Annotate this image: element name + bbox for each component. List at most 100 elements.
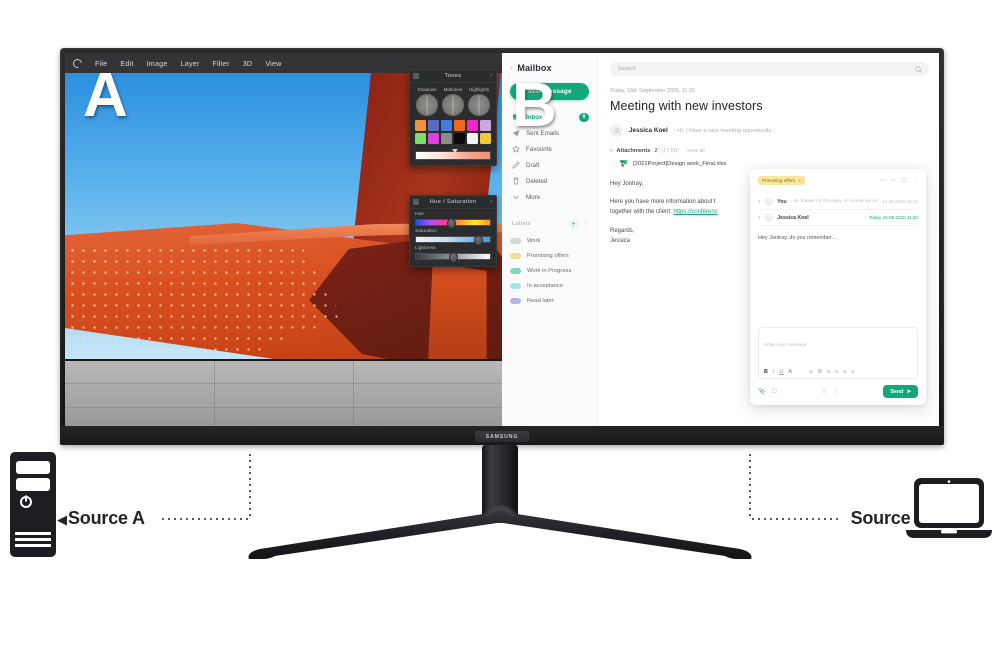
sidebar-item-more[interactable]: More — [510, 189, 589, 205]
bold-icon[interactable]: B — [764, 369, 768, 375]
sidebar-item-draft[interactable]: Draft — [510, 157, 589, 173]
tone-gradient-slider[interactable] — [415, 148, 491, 160]
label-item[interactable]: Work in Progress — [510, 263, 589, 278]
thread-snippet: - Hi, thanks for the reply, of course we… — [790, 199, 879, 204]
menu-item-3d[interactable]: 3D — [243, 59, 253, 68]
sidebar-item-deleted[interactable]: Deleted — [510, 173, 589, 189]
composer-placeholder: Write your message — [764, 342, 807, 348]
more-icon[interactable]: ⋮ — [833, 389, 839, 395]
search-icon[interactable] — [915, 66, 922, 73]
list-icon[interactable]: ≡ — [809, 369, 812, 375]
panel-grip-icon[interactable] — [413, 199, 419, 205]
attachment-item[interactable]: [2021Project]Design work_Final.xlsx — [610, 159, 929, 168]
more-icon[interactable]: ⋮ — [913, 178, 919, 184]
italic-icon[interactable]: I — [773, 369, 775, 375]
color-swatch[interactable] — [428, 120, 439, 131]
emoji-icon[interactable]: ☉ — [821, 389, 826, 395]
mail-body-link[interactable]: https://conferenc — [673, 209, 717, 215]
attachments-header[interactable]: ▾ Attachments 2 (17 KB) save all — [610, 148, 929, 154]
close-icon[interactable]: × — [798, 178, 801, 183]
text-color-icon[interactable]: A — [788, 369, 792, 375]
save-all-button[interactable]: save all — [687, 148, 705, 154]
color-swatch[interactable] — [467, 133, 478, 145]
tone-wheel-shadows[interactable]: Shadows — [416, 87, 438, 116]
mail-subject: Meeting with new investors — [610, 99, 763, 113]
color-swatch[interactable] — [454, 120, 465, 131]
color-wheel-icon[interactable] — [468, 94, 490, 116]
color-swatch[interactable] — [415, 120, 426, 131]
add-label-button[interactable]: + — [568, 219, 579, 229]
labels-more-icon[interactable]: ⋮ — [583, 220, 590, 228]
source-a-label: Source A — [68, 508, 145, 528]
slider-knob-icon[interactable] — [447, 217, 457, 229]
message-composer[interactable]: Write your message B I U A ≡ ≣ ≡ ≡ ≡ ≡ — [758, 326, 918, 379]
tower-shape — [10, 452, 56, 557]
color-swatch[interactable] — [441, 133, 452, 145]
tone-wheel-highlights[interactable]: Highlights — [468, 87, 490, 116]
tone-wheel-label: Midtones — [443, 87, 463, 92]
color-swatch[interactable] — [480, 133, 491, 145]
search-input[interactable]: Search — [610, 62, 929, 76]
sidebar-item-favourite[interactable]: Favourite — [510, 141, 589, 157]
label-item[interactable]: In acceptance — [510, 278, 589, 293]
underline-icon[interactable]: U — [779, 369, 783, 375]
chevron-down-icon[interactable]: ▾ — [610, 148, 613, 154]
label-item[interactable]: Promising offers — [510, 248, 589, 263]
color-wheel-icon[interactable] — [416, 94, 438, 116]
thread-sender-name: Jessica Koel — [777, 214, 809, 221]
slider-knob-icon[interactable] — [473, 234, 483, 246]
saturation-slider-track[interactable] — [415, 234, 491, 246]
menu-item-filter[interactable]: Filter — [213, 59, 230, 68]
align-center-icon[interactable]: ≡ — [835, 369, 838, 375]
swatch-row — [415, 120, 491, 131]
source-b-dotted-line-horizontal — [750, 518, 840, 520]
paperclip-icon[interactable]: 📎 — [758, 389, 765, 395]
tone-wheel-label: Shadows — [417, 87, 437, 92]
avatar — [610, 124, 623, 137]
menu-item-image[interactable]: Image — [147, 59, 168, 68]
thread-row[interactable]: ▾ Jessica Koel Today 16.09.2020 11:26 — [758, 210, 918, 226]
align-left-icon[interactable]: ≡ — [827, 369, 830, 375]
thread-row[interactable]: ▾ You - Hi, thanks for the reply, of cou… — [758, 194, 918, 210]
chevron-down-icon[interactable]: ▾ — [758, 199, 760, 205]
chevron-down-icon[interactable]: ▾ — [758, 215, 760, 221]
lightness-slider-group[interactable]: Lightness — [410, 243, 496, 263]
mail-sender-row[interactable]: Jessica Koel - Hi, I have a new meeting … — [610, 124, 929, 137]
align-justify-icon[interactable]: ≡ — [851, 369, 854, 375]
hue-saturation-panel[interactable]: Hue / Saturation × Hue Saturation Lightn… — [409, 195, 497, 267]
slider-knob-icon[interactable] — [448, 251, 458, 263]
close-icon[interactable]: × — [490, 199, 493, 205]
reply-icon[interactable]: ↩ — [880, 178, 885, 184]
label-item[interactable]: Read later — [510, 293, 589, 308]
tones-panel[interactable]: Tones × Shadows Midtones Highlights — [409, 69, 497, 166]
send-button[interactable]: Send ➤ — [883, 385, 918, 398]
color-wheel-icon[interactable] — [442, 94, 464, 116]
archive-icon[interactable]: ☐ — [902, 178, 907, 184]
label-text: In acceptance — [527, 282, 564, 289]
tone-wheel-midtones[interactable]: Midtones — [442, 87, 464, 116]
label-tag-promising-offers[interactable]: Promising offers × — [758, 176, 805, 185]
color-swatch[interactable] — [441, 120, 452, 131]
color-swatch[interactable] — [415, 133, 426, 145]
lightness-slider-track[interactable] — [415, 251, 491, 263]
label-color-chip — [510, 237, 521, 244]
menu-item-view[interactable]: View — [265, 59, 281, 68]
color-swatch[interactable] — [454, 133, 465, 145]
hue-slider-track[interactable] — [415, 217, 491, 229]
attachments-size: (17 KB) — [661, 148, 680, 154]
close-icon[interactable]: × — [490, 73, 493, 79]
hue-slider-group[interactable]: Hue — [410, 209, 496, 229]
panel-grip-icon[interactable] — [413, 73, 419, 79]
forward-icon[interactable]: ↪ — [891, 178, 896, 184]
slider-knob-icon[interactable] — [452, 148, 459, 153]
align-right-icon[interactable]: ≡ — [843, 369, 846, 375]
laptop-icon — [906, 478, 992, 540]
image-icon[interactable]: ☐ — [771, 389, 776, 395]
numbered-list-icon[interactable]: ≣ — [817, 369, 822, 375]
color-swatch[interactable] — [428, 133, 439, 145]
reply-popup[interactable]: Promising offers × ↩ ↪ ☐ ⋮ ▾ You - Hi, t… — [750, 169, 926, 405]
label-item[interactable]: Work — [510, 233, 589, 248]
color-swatch[interactable] — [480, 120, 491, 131]
color-swatch[interactable] — [467, 120, 478, 131]
menu-item-layer[interactable]: Layer — [181, 59, 200, 68]
